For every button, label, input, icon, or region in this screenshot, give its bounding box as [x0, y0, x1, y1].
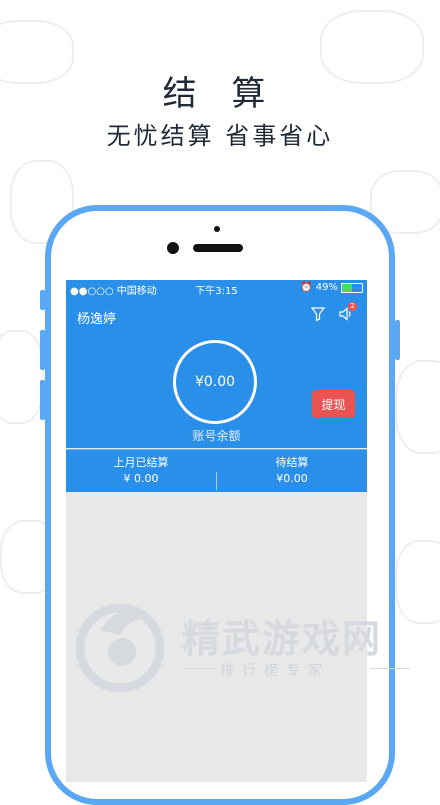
watermark-logo — [75, 603, 165, 693]
app-screen: ●●○○○ 中国移动 下午3:15 ⏰ 49% 杨逸婷 2 ¥0.00 账号余额… — [66, 280, 367, 782]
settlement-stats: 上月已结算 ¥ 0.00 待结算 ¥0.00 — [66, 449, 367, 492]
account-header: 杨逸婷 2 ¥0.00 账号余额 提现 — [66, 298, 367, 448]
status-bar: ●●○○○ 中国移动 下午3:15 ⏰ 49% — [66, 280, 367, 298]
watermark-title: 精武游戏网 — [182, 617, 383, 661]
balance-label: 账号余额 — [192, 429, 241, 443]
last-month-value: ¥ 0.00 — [123, 472, 159, 485]
phone-speaker — [193, 244, 243, 252]
phone-side-button — [40, 290, 45, 310]
phone-side-button — [40, 380, 45, 420]
phone-sensor — [214, 226, 220, 232]
battery-percent: 49% — [315, 282, 338, 293]
background-doodle — [395, 360, 440, 454]
user-name: 杨逸婷 — [77, 312, 117, 327]
balance-amount: ¥0.00 — [194, 374, 236, 390]
phone-side-button — [40, 330, 45, 370]
watermark-line — [370, 668, 410, 669]
background-doodle — [0, 330, 44, 424]
battery-fill — [342, 283, 352, 292]
pending-value: ¥0.00 — [276, 472, 308, 485]
status-right: ⏰ 49% — [300, 282, 363, 293]
subheadline: 无忧结算 省事省心 — [106, 122, 334, 150]
last-month-settled: 上月已结算 ¥ 0.00 — [66, 454, 216, 485]
watermark-subtitle: 排行榜专家 — [220, 663, 330, 679]
battery-icon — [341, 282, 363, 293]
pending-settlement: 待结算 ¥0.00 — [217, 454, 367, 485]
balance-circle: ¥0.00 — [173, 340, 257, 424]
notification-badge: 2 — [348, 302, 357, 311]
headline: 结 算 — [162, 74, 278, 114]
alarm-icon: ⏰ — [300, 282, 313, 293]
phone-camera — [167, 242, 179, 254]
pending-label: 待结算 — [275, 456, 309, 469]
watermark-line — [182, 668, 218, 669]
phone-side-button — [395, 320, 400, 360]
filter-icon[interactable] — [310, 306, 326, 322]
last-month-label: 上月已结算 — [113, 456, 169, 469]
watermark: 精武游戏网 排行榜专家 — [70, 590, 415, 700]
withdraw-button[interactable]: 提现 — [312, 390, 355, 418]
